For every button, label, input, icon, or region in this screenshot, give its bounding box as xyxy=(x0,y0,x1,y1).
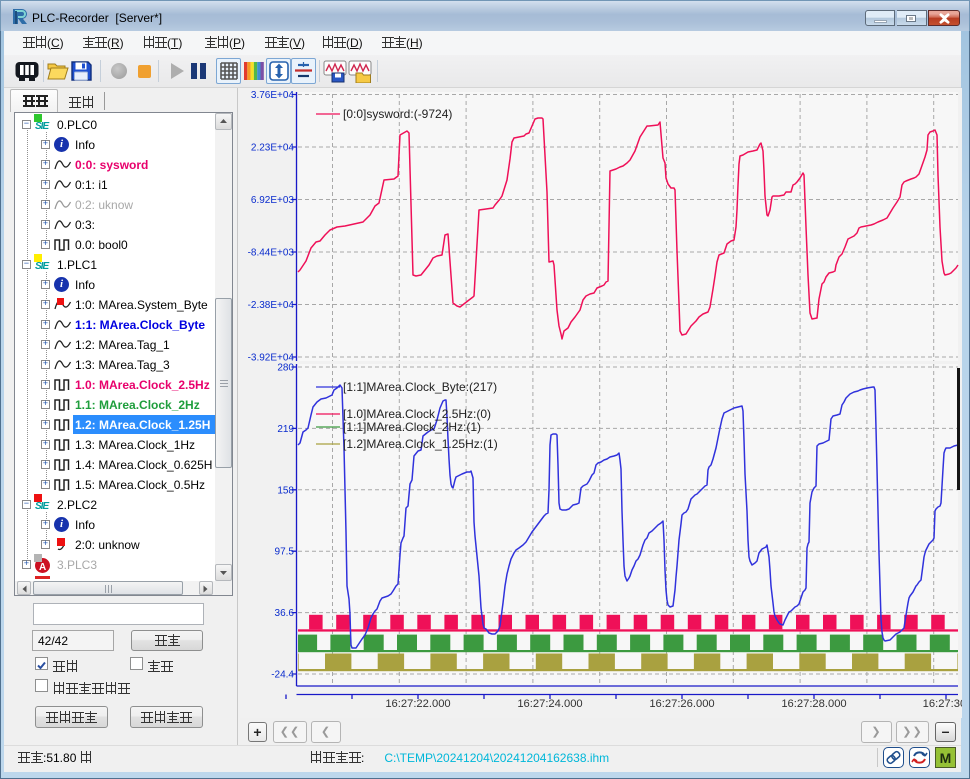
svg-text:2.23E+04: 2.23E+04 xyxy=(251,143,295,154)
svg-text:16:27:26.000: 16:27:26.000 xyxy=(649,698,714,710)
svg-text:36.6: 36.6 xyxy=(275,608,295,619)
svg-text:3.76E+04: 3.76E+04 xyxy=(251,90,295,101)
svg-text:280: 280 xyxy=(277,363,294,374)
svg-text:219: 219 xyxy=(277,424,294,435)
svg-text:16:27:28.000: 16:27:28.000 xyxy=(781,698,846,710)
svg-text:16:27:30.: 16:27:30. xyxy=(923,698,962,710)
svg-text:6.92E+03: 6.92E+03 xyxy=(251,195,295,206)
svg-text:16:27:24.000: 16:27:24.000 xyxy=(517,698,582,710)
svg-text:-24.4: -24.4 xyxy=(271,670,294,681)
svg-text:[1.0]MArea.Clock_2.5Hz:(0): [1.0]MArea.Clock_2.5Hz:(0) xyxy=(343,407,491,421)
svg-text:158: 158 xyxy=(277,485,294,496)
svg-text:-2.38E+04: -2.38E+04 xyxy=(248,300,295,311)
svg-text:[1.2]MArea.Clock_1.25Hz:(1): [1.2]MArea.Clock_1.25Hz:(1) xyxy=(343,437,498,451)
svg-text:[0:0]sysword:(-9724): [0:0]sysword:(-9724) xyxy=(343,107,452,121)
svg-text:[1:1]MArea.Clock_2Hz:(1): [1:1]MArea.Clock_2Hz:(1) xyxy=(343,420,481,434)
svg-text:-8.44E+03: -8.44E+03 xyxy=(248,248,295,259)
svg-text:16:27:22.000: 16:27:22.000 xyxy=(385,698,450,710)
svg-text:[1:1]MArea.Clock_Byte:(217): [1:1]MArea.Clock_Byte:(217) xyxy=(343,380,497,394)
svg-text:97.5: 97.5 xyxy=(275,547,295,558)
